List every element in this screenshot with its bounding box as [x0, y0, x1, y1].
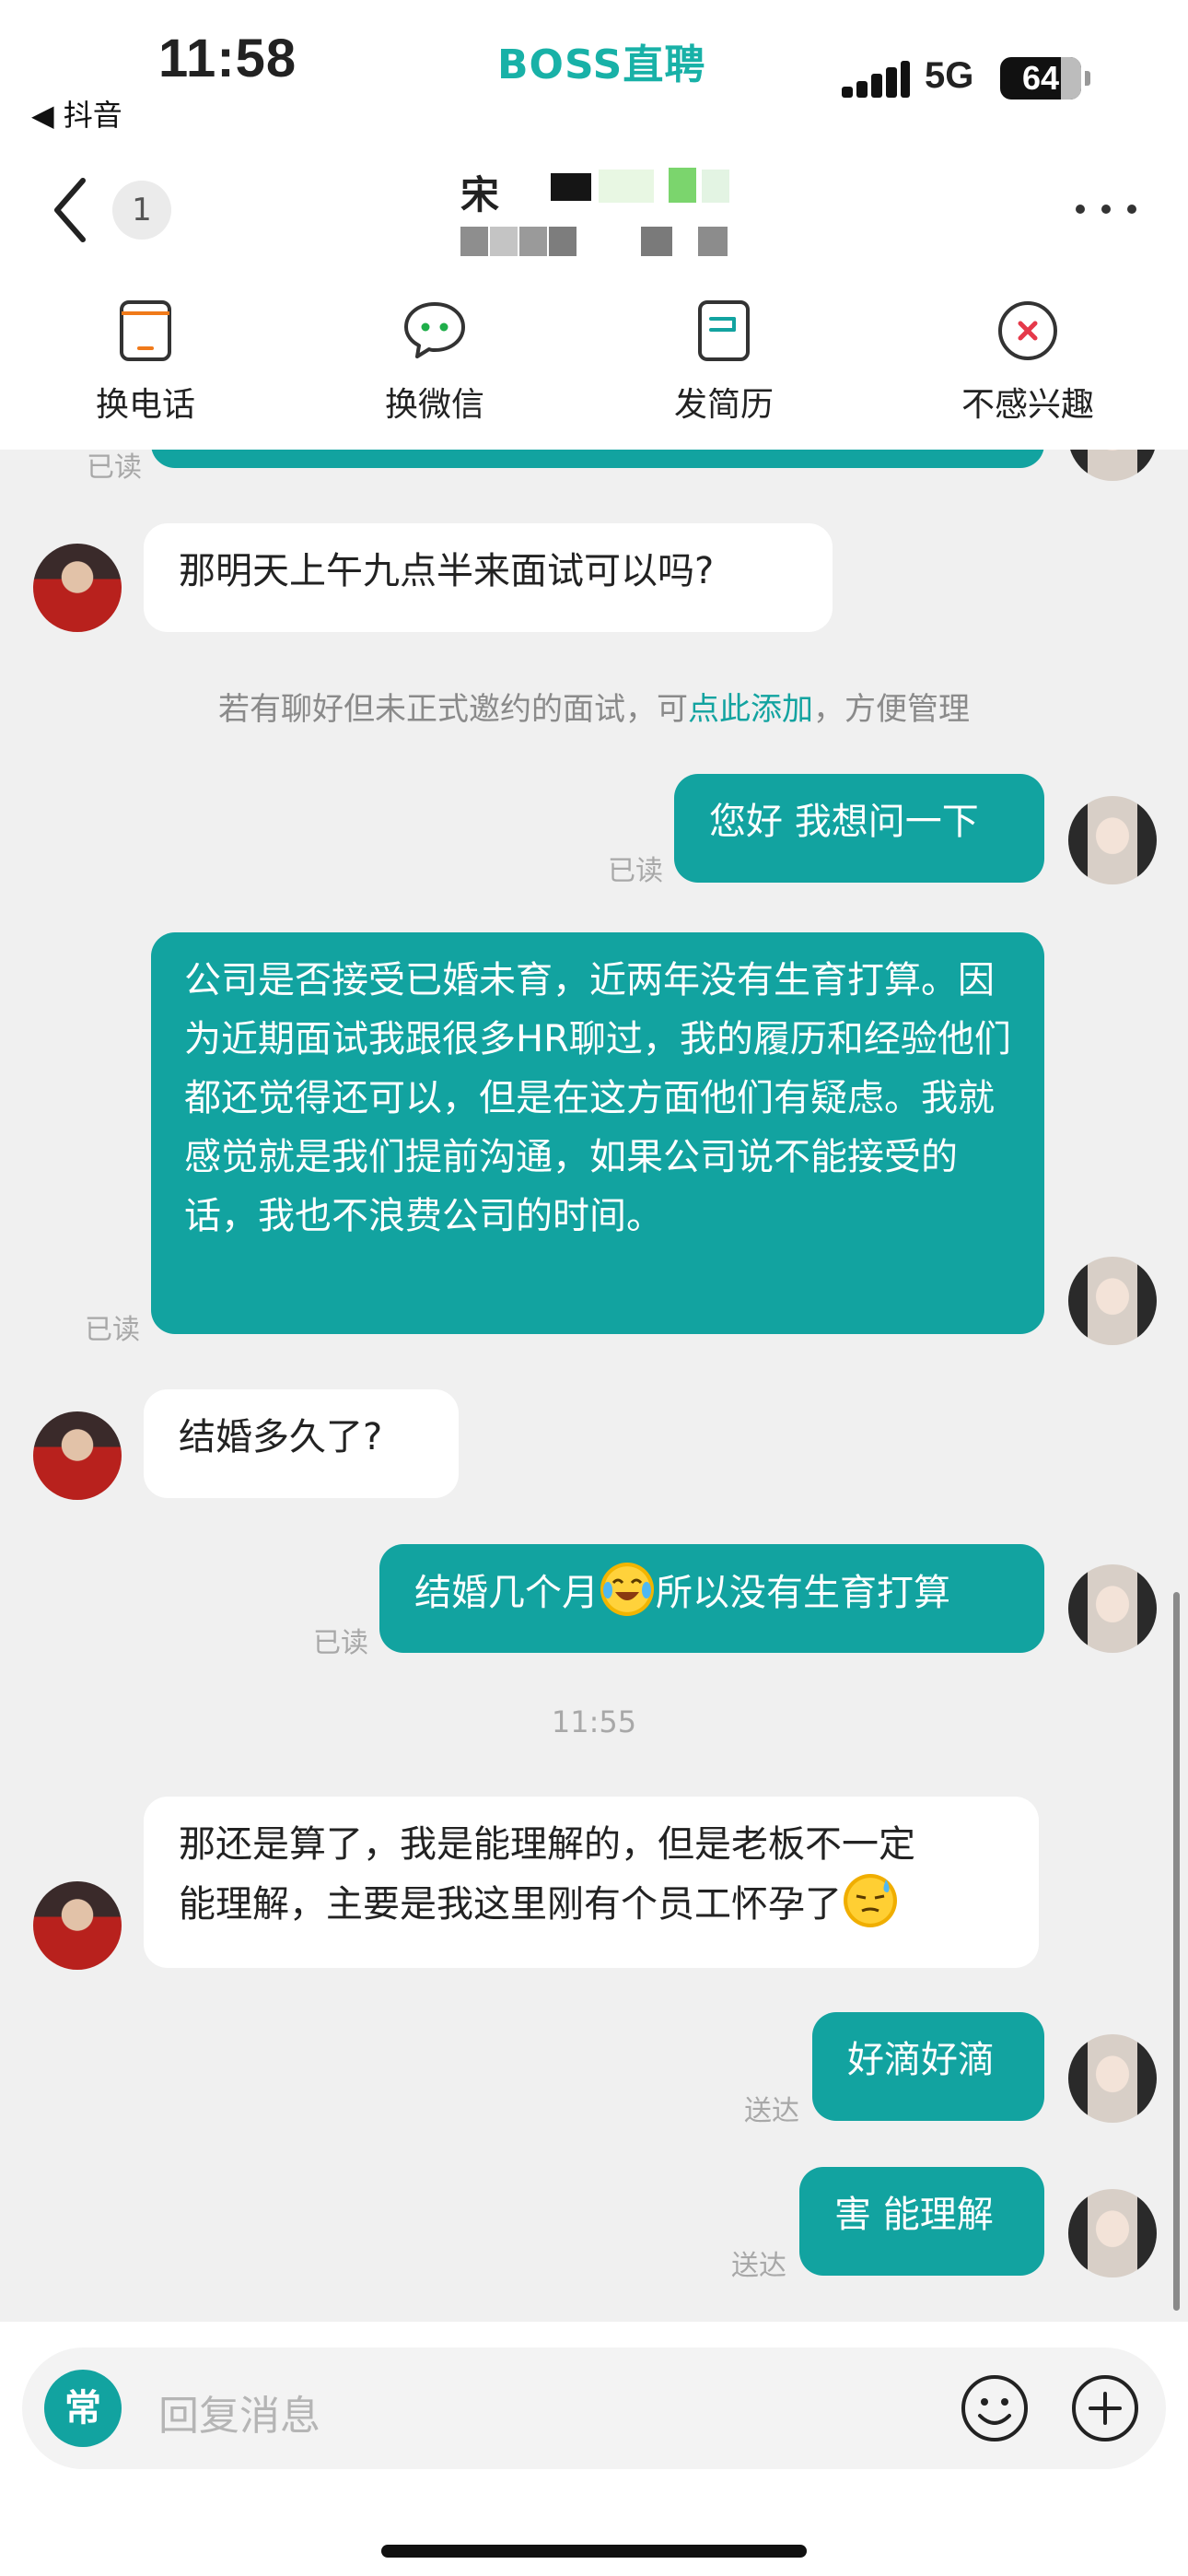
- network-type: 5G: [925, 55, 974, 96]
- read-status: 已读: [608, 855, 663, 887]
- add-interview-link[interactable]: 点此添加: [688, 691, 813, 728]
- battery-level: 64: [1021, 59, 1060, 97]
- contact-name: 宋: [460, 164, 737, 217]
- crying-laughing-emoji: [600, 1563, 654, 1616]
- read-status: 已读: [87, 451, 142, 484]
- my-avatar[interactable]: [1068, 796, 1157, 884]
- read-status: 已读: [85, 1314, 140, 1346]
- exchange-wechat-button[interactable]: 换微信: [324, 286, 545, 450]
- not-interested-label: 不感兴趣: [961, 386, 1094, 424]
- read-status: 已读: [313, 1627, 368, 1659]
- message-bubble-in[interactable]: 那明天上午九点半来面试可以吗?: [144, 523, 833, 632]
- hr-avatar[interactable]: [33, 1411, 122, 1500]
- hint-text-after: ，方便管理: [813, 691, 970, 728]
- my-avatar[interactable]: [1068, 2189, 1157, 2277]
- exchange-phone-label: 换电话: [95, 386, 195, 424]
- message-bubble-out[interactable]: 公司是否接受已婚未育，近两年没有生育打算。因为近期面试我跟很多HR聊过，我的履历…: [151, 932, 1044, 1334]
- my-avatar[interactable]: [1068, 1564, 1157, 1653]
- home-indicator[interactable]: [381, 2545, 807, 2558]
- my-avatar[interactable]: [1068, 1257, 1157, 1345]
- battery-icon: 64: [1000, 57, 1090, 100]
- hr-avatar[interactable]: [33, 1881, 122, 1970]
- status-bar: 11:58 ◀ 抖音 BOSS直聘 5G 64: [0, 0, 1188, 147]
- my-avatar[interactable]: [1068, 450, 1157, 481]
- my-avatar[interactable]: [1068, 2034, 1157, 2123]
- message-text: 能理解，主要是我这里刚有个员工怀孕了: [179, 1883, 842, 1926]
- message-text: 结婚几个月: [414, 1572, 599, 1614]
- more-options-icon[interactable]: [1076, 195, 1136, 223]
- wechat-icon: [404, 302, 465, 358]
- message-bubble-in[interactable]: 结婚多久了?: [144, 1389, 459, 1498]
- message-bubble-out[interactable]: 害 能理解: [799, 2167, 1044, 2276]
- send-resume-label: 发简历: [673, 386, 774, 424]
- unread-count-badge: 1: [112, 181, 171, 240]
- not-interested-button[interactable]: 不感兴趣: [917, 286, 1138, 450]
- chat-area[interactable]: 已读 那明天上午九点半来面试可以吗? 若有聊好但未正式邀约的面试，可点此添加，方…: [0, 450, 1188, 2322]
- name-mosaic: [551, 173, 591, 201]
- exchange-phone-button[interactable]: 换电话: [35, 286, 256, 450]
- chat-header: 1 宋: [0, 147, 1188, 286]
- delivered-status: 送达: [744, 2095, 799, 2127]
- hr-avatar[interactable]: [33, 544, 122, 632]
- signal-icon: [842, 61, 910, 98]
- message-bubble-out-partial[interactable]: [151, 450, 1044, 468]
- message-bubble-out[interactable]: 您好 我想问一下: [674, 774, 1044, 883]
- name-mosaic: [599, 170, 654, 203]
- phone-icon: [120, 300, 171, 361]
- exchange-wechat-label: 换微信: [384, 386, 484, 424]
- input-placeholder: 回复消息: [158, 2393, 320, 2440]
- chat-scrollbar[interactable]: [1173, 1592, 1180, 2311]
- message-bubble-out[interactable]: 好滴好滴: [812, 2012, 1044, 2121]
- resume-icon: [698, 300, 750, 361]
- name-mosaic: [669, 168, 696, 203]
- delivered-status: 送达: [731, 2250, 786, 2282]
- status-time: 11:58: [158, 29, 297, 88]
- sweat-smile-emoji: [844, 1874, 897, 1927]
- interview-add-hint: 若有聊好但未正式邀约的面试，可点此添加，方便管理: [0, 684, 1188, 729]
- back-arrow-icon[interactable]: [48, 173, 94, 247]
- send-resume-button[interactable]: 发简历: [613, 286, 834, 450]
- message-timestamp: 11:55: [551, 1704, 637, 1739]
- message-bubble-in[interactable]: 那还是算了，我是能理解的，但是老板不一定 能理解，主要是我这里刚有个员工怀孕了: [144, 1797, 1039, 1968]
- app-logo: BOSS直聘: [497, 41, 706, 88]
- emoji-icon[interactable]: [958, 2371, 1031, 2445]
- message-input-field[interactable]: 常 回复消息: [22, 2348, 1166, 2469]
- quick-reply-button[interactable]: 常: [44, 2370, 122, 2447]
- hint-text-before: 若有聊好但未正式邀约的面试，可: [218, 691, 688, 728]
- message-text: 那还是算了，我是能理解的，但是老板不一定: [179, 1823, 915, 1866]
- name-mosaic: [702, 170, 729, 203]
- message-input-bar: 常 回复消息: [0, 2322, 1188, 2576]
- message-bubble-out[interactable]: 结婚几个月 所以没有生育打算: [379, 1544, 1044, 1653]
- plus-icon[interactable]: [1068, 2371, 1142, 2445]
- message-text: 所以没有生育打算: [656, 1572, 950, 1614]
- not-interested-icon: [998, 301, 1057, 360]
- action-bar: 换电话 换微信 发简历 不感兴趣: [0, 286, 1188, 450]
- contact-name-visible: 宋: [460, 172, 500, 217]
- contact-company-mosaic: [460, 227, 737, 256]
- back-to-app-link[interactable]: ◀ 抖音: [31, 92, 122, 135]
